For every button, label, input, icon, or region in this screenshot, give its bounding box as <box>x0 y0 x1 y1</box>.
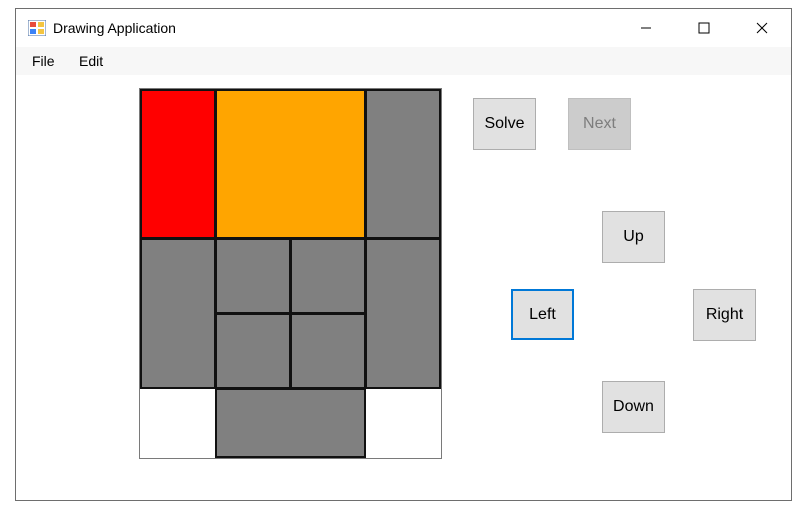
large-block-orange[interactable] <box>215 89 366 239</box>
maximize-button[interactable] <box>675 9 733 47</box>
right-button[interactable]: Right <box>693 289 756 341</box>
target-block-red[interactable] <box>140 89 216 239</box>
minimize-button[interactable] <box>617 9 675 47</box>
left-button[interactable]: Left <box>511 289 574 340</box>
title-bar: Drawing Application <box>16 9 791 47</box>
menu-edit[interactable]: Edit <box>79 53 103 69</box>
app-window-icon <box>27 19 47 37</box>
small-block-1[interactable] <box>215 238 291 314</box>
maximize-icon <box>698 22 710 34</box>
small-block-4[interactable] <box>290 313 366 389</box>
horizontal-block-bottom[interactable] <box>215 388 366 458</box>
small-block-3[interactable] <box>215 313 291 389</box>
down-button[interactable]: Down <box>602 381 665 433</box>
menu-file[interactable]: File <box>32 53 55 69</box>
vertical-block-left[interactable] <box>140 238 216 389</box>
vertical-block-top-right[interactable] <box>365 89 441 239</box>
small-block-2[interactable] <box>290 238 366 314</box>
close-icon <box>756 22 768 34</box>
window-title: Drawing Application <box>53 20 176 36</box>
solve-button[interactable]: Solve <box>473 98 536 150</box>
vertical-block-right[interactable] <box>365 238 441 389</box>
menu-bar: File Edit <box>16 47 791 75</box>
up-button[interactable]: Up <box>602 211 665 263</box>
minimize-icon <box>641 27 651 29</box>
app-window: Drawing Application File Edit Solve Next… <box>15 8 792 501</box>
puzzle-board <box>139 88 442 459</box>
next-button[interactable]: Next <box>568 98 631 150</box>
close-button[interactable] <box>733 9 791 47</box>
